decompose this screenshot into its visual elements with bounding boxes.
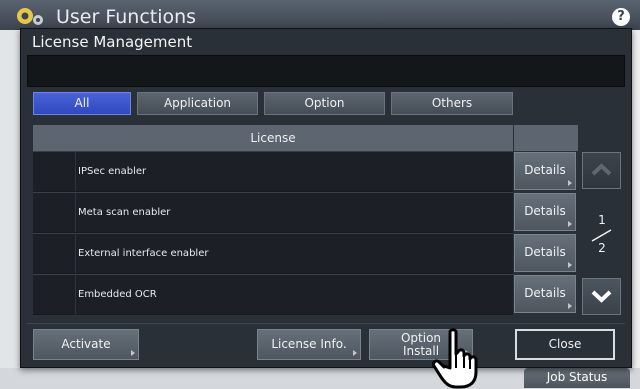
dialog-title: License Management xyxy=(32,33,193,51)
row-marker-cell xyxy=(33,152,76,191)
table-row[interactable]: Meta scan enabler xyxy=(33,192,513,232)
activate-label: Activate xyxy=(61,337,111,351)
details-button[interactable]: Details xyxy=(514,234,576,272)
gear-icon xyxy=(17,8,43,25)
page-down-button[interactable] xyxy=(582,278,621,315)
tab-all[interactable]: All xyxy=(33,92,131,115)
details-label: Details xyxy=(524,163,566,177)
table-header-license: License xyxy=(33,125,513,151)
details-label: Details xyxy=(524,245,566,259)
chevron-down-icon xyxy=(591,290,612,303)
triangle-icon xyxy=(568,303,572,309)
help-button[interactable]: ? xyxy=(612,8,630,26)
table-row[interactable]: IPSec enabler xyxy=(33,151,513,191)
triangle-icon xyxy=(568,262,572,268)
tab-others[interactable]: Others xyxy=(391,92,513,115)
row-marker-cell xyxy=(33,275,76,314)
activate-button[interactable]: Activate xyxy=(33,329,139,360)
page-indicator: 1 2 xyxy=(584,207,620,261)
license-info-label: License Info. xyxy=(271,337,347,351)
details-column-header xyxy=(514,125,578,151)
triangle-icon xyxy=(568,221,572,227)
license-info-button[interactable]: License Info. xyxy=(257,329,361,360)
triangle-icon xyxy=(353,350,357,356)
license-name: IPSec enabler xyxy=(78,166,147,177)
message-bar xyxy=(27,55,625,87)
background-panel xyxy=(0,30,20,389)
details-button[interactable]: Details xyxy=(514,275,576,313)
triangle-icon xyxy=(568,180,572,186)
divider xyxy=(27,323,625,324)
license-management-dialog: License Management All Application Optio… xyxy=(20,28,632,368)
chevron-up-icon xyxy=(591,163,612,176)
license-name: External interface enabler xyxy=(78,248,209,259)
pointing-hand-icon xyxy=(432,328,478,389)
triangle-icon xyxy=(131,350,135,356)
app-header: User Functions ? xyxy=(0,0,640,30)
page-up-button[interactable] xyxy=(582,152,621,189)
license-name: Embedded OCR xyxy=(78,289,157,300)
close-button[interactable]: Close xyxy=(515,329,615,360)
row-marker-cell xyxy=(33,193,76,232)
details-label: Details xyxy=(524,204,566,218)
details-button[interactable]: Details xyxy=(514,152,576,190)
job-status-button[interactable]: Job Status xyxy=(524,368,630,388)
license-name: Meta scan enabler xyxy=(78,207,171,218)
table-row[interactable]: Embedded OCR xyxy=(33,274,513,314)
app-title: User Functions xyxy=(56,6,197,28)
tab-application[interactable]: Application xyxy=(137,92,258,115)
total-pages: 2 xyxy=(598,241,606,255)
details-label: Details xyxy=(524,286,566,300)
row-marker-cell xyxy=(33,234,76,273)
details-button[interactable]: Details xyxy=(514,193,576,231)
license-table: License IPSec enabler Meta scan enabler … xyxy=(33,125,513,315)
table-row[interactable]: External interface enabler xyxy=(33,233,513,273)
tab-option[interactable]: Option xyxy=(264,92,385,115)
